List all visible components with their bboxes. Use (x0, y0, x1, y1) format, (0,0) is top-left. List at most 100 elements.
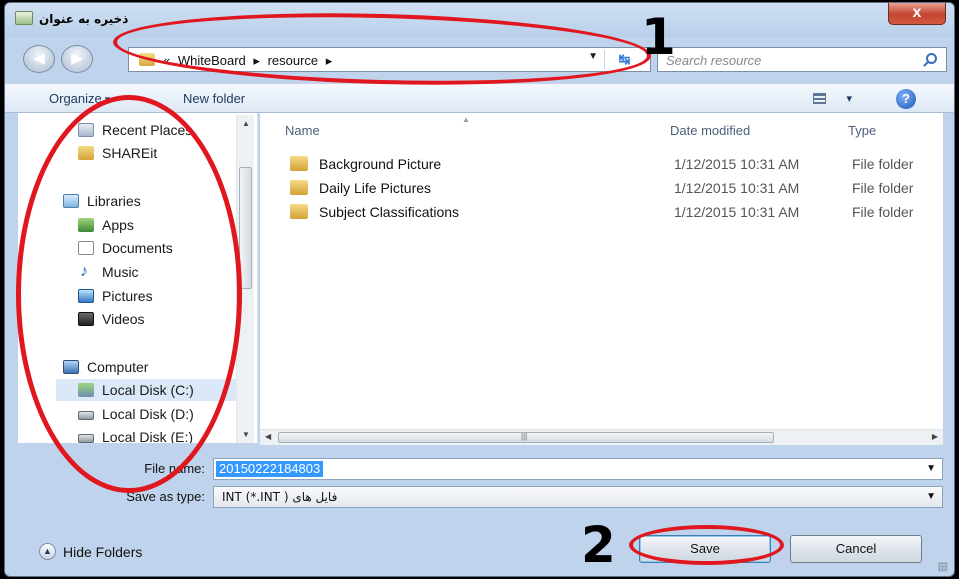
videos-icon (78, 312, 94, 326)
help-icon[interactable]: ? (896, 89, 916, 109)
file-date: 1/12/2015 10:31 AM (674, 204, 800, 220)
file-name-field[interactable]: 20150222184803 ▼ (213, 458, 943, 480)
column-header-type[interactable]: Type (848, 123, 876, 138)
file-list-horizontal-scrollbar[interactable]: ◀ ||| ▶ (260, 429, 943, 445)
breadcrumb-item-whiteboard[interactable]: WhiteBoard (178, 53, 246, 68)
nav-item-local-disk-c[interactable]: Local Disk (C:) (78, 382, 194, 398)
local-disk-icon (78, 434, 94, 443)
scroll-right-icon[interactable]: ▶ (932, 432, 938, 441)
nav-item-label: SHAREit (102, 145, 158, 161)
breadcrumb-separator-icon[interactable]: ▸ (326, 53, 333, 68)
save-as-type-value: فایل های INT (*.INT ) (222, 490, 338, 504)
command-toolbar: Organize New folder ▾ ? (5, 83, 954, 113)
nav-item-label: Recent Places (102, 122, 193, 138)
scroll-up-icon[interactable]: ▲ (242, 119, 250, 128)
file-name-value[interactable]: 20150222184803 (216, 461, 324, 477)
computer-icon (63, 360, 79, 374)
table-row[interactable]: Subject Classifications 1/12/2015 10:31 … (260, 201, 943, 223)
views-dropdown-icon[interactable]: ▾ (846, 92, 852, 105)
nav-item-computer[interactable]: Computer (63, 359, 149, 375)
breadcrumb-separator-icon[interactable]: ▸ (253, 53, 260, 68)
nav-item-recent-places[interactable]: Recent Places (78, 122, 193, 138)
nav-item-libraries[interactable]: Libraries (63, 193, 141, 209)
address-history-dropdown-icon[interactable]: ▼ (588, 51, 598, 62)
save-button[interactable]: Save (639, 535, 771, 563)
chevron-up-icon: ▲ (39, 543, 56, 560)
refresh-icon[interactable]: ↹ (604, 50, 644, 69)
nav-item-label: Local Disk (E:) (102, 429, 194, 443)
title-bar: ذخیره به عنوان x (5, 3, 954, 37)
navigation-pane-scrollbar[interactable]: ▲ ▼ (236, 115, 254, 443)
local-disk-c-icon (78, 383, 94, 397)
grip-icon: ||| (521, 432, 528, 441)
save-as-type-select[interactable]: فایل های INT (*.INT ) ▼ (213, 486, 943, 508)
navigation-pane: Recent Places SHAREit Libraries Apps Doc… (18, 113, 258, 443)
file-type: File folder (852, 180, 914, 196)
pictures-icon (78, 289, 94, 303)
nav-item-shareit[interactable]: SHAREit (78, 145, 158, 161)
breadcrumb-overflow[interactable]: « (163, 53, 170, 68)
back-button[interactable]: ◀ (23, 45, 55, 73)
sort-ascending-icon: ▲ (462, 115, 470, 124)
scrollbar-thumb[interactable]: ||| (278, 432, 774, 443)
chevron-down-icon[interactable]: ▼ (926, 463, 936, 474)
file-name: Subject Classifications (319, 204, 460, 220)
nav-item-pictures[interactable]: Pictures (78, 288, 153, 304)
organize-button[interactable]: Organize (49, 91, 110, 106)
column-header-name[interactable]: Name (285, 123, 320, 138)
breadcrumb-item-resource[interactable]: resource (268, 53, 319, 68)
file-date: 1/12/2015 10:31 AM (674, 156, 800, 172)
folder-icon (290, 204, 308, 219)
breadcrumb: « WhiteBoard ▸ resource ▸ (163, 53, 336, 69)
nav-item-label: Documents (102, 240, 173, 256)
nav-item-label: Videos (102, 311, 145, 327)
nav-item-local-disk-e[interactable]: Local Disk (E:) (78, 429, 194, 443)
nav-item-local-disk-d[interactable]: Local Disk (D:) (78, 406, 194, 422)
documents-icon (78, 241, 94, 255)
forward-button[interactable]: ▶ (61, 45, 93, 73)
hide-folders-label: Hide Folders (63, 544, 143, 560)
file-name: Daily Life Pictures (319, 180, 432, 196)
recent-places-icon (78, 123, 94, 137)
dialog-footer: ▲ Hide Folders Save Cancel (5, 523, 954, 576)
nav-item-videos[interactable]: Videos (78, 311, 145, 327)
address-bar[interactable]: « WhiteBoard ▸ resource ▸ ▼ ↹ (128, 47, 651, 72)
views-icon[interactable] (813, 93, 826, 104)
nav-item-label: Libraries (87, 193, 141, 209)
scrollbar-thumb[interactable] (239, 167, 252, 289)
application-icon (15, 11, 33, 25)
scroll-left-icon[interactable]: ◀ (265, 432, 271, 441)
save-as-dialog: ذخیره به عنوان x ◀ ▶ « WhiteBoard ▸ reso… (4, 2, 955, 577)
libraries-icon (63, 194, 79, 208)
file-list: Name ▲ Date modified Type Background Pic… (260, 113, 943, 429)
nav-item-apps[interactable]: Apps (78, 217, 134, 233)
table-row[interactable]: Daily Life Pictures 1/12/2015 10:31 AM F… (260, 177, 943, 199)
save-as-type-label: Save as type: (126, 489, 205, 504)
table-row[interactable]: Background Picture 1/12/2015 10:31 AM Fi… (260, 153, 943, 175)
chevron-down-icon[interactable]: ▼ (926, 491, 936, 502)
nav-item-music[interactable]: ♪ Music (80, 263, 139, 280)
folder-icon (290, 156, 308, 171)
annotation-marker-1: 1 (641, 8, 676, 66)
file-name: Background Picture (319, 156, 442, 172)
folder-icon (290, 180, 308, 195)
search-icon[interactable] (926, 53, 937, 64)
dialog-title: ذخیره به عنوان (39, 12, 129, 26)
close-button[interactable]: x (888, 3, 946, 25)
nav-item-label: Computer (87, 359, 149, 375)
nav-item-label: Local Disk (C:) (102, 382, 194, 398)
nav-item-label: Apps (102, 217, 134, 233)
apps-icon (78, 218, 94, 232)
search-input[interactable]: Search resource (657, 47, 947, 72)
folder-icon (139, 53, 155, 66)
nav-item-label: Pictures (102, 288, 153, 304)
new-folder-button[interactable]: New folder (183, 91, 245, 106)
nav-item-documents[interactable]: Documents (78, 240, 173, 256)
cancel-button[interactable]: Cancel (790, 535, 922, 563)
resize-grip-icon[interactable] (938, 562, 948, 572)
local-disk-icon (78, 411, 94, 420)
search-placeholder: Search resource (666, 53, 762, 68)
file-type: File folder (852, 156, 914, 172)
column-header-date-modified[interactable]: Date modified (670, 123, 750, 138)
scroll-down-icon[interactable]: ▼ (242, 430, 250, 439)
